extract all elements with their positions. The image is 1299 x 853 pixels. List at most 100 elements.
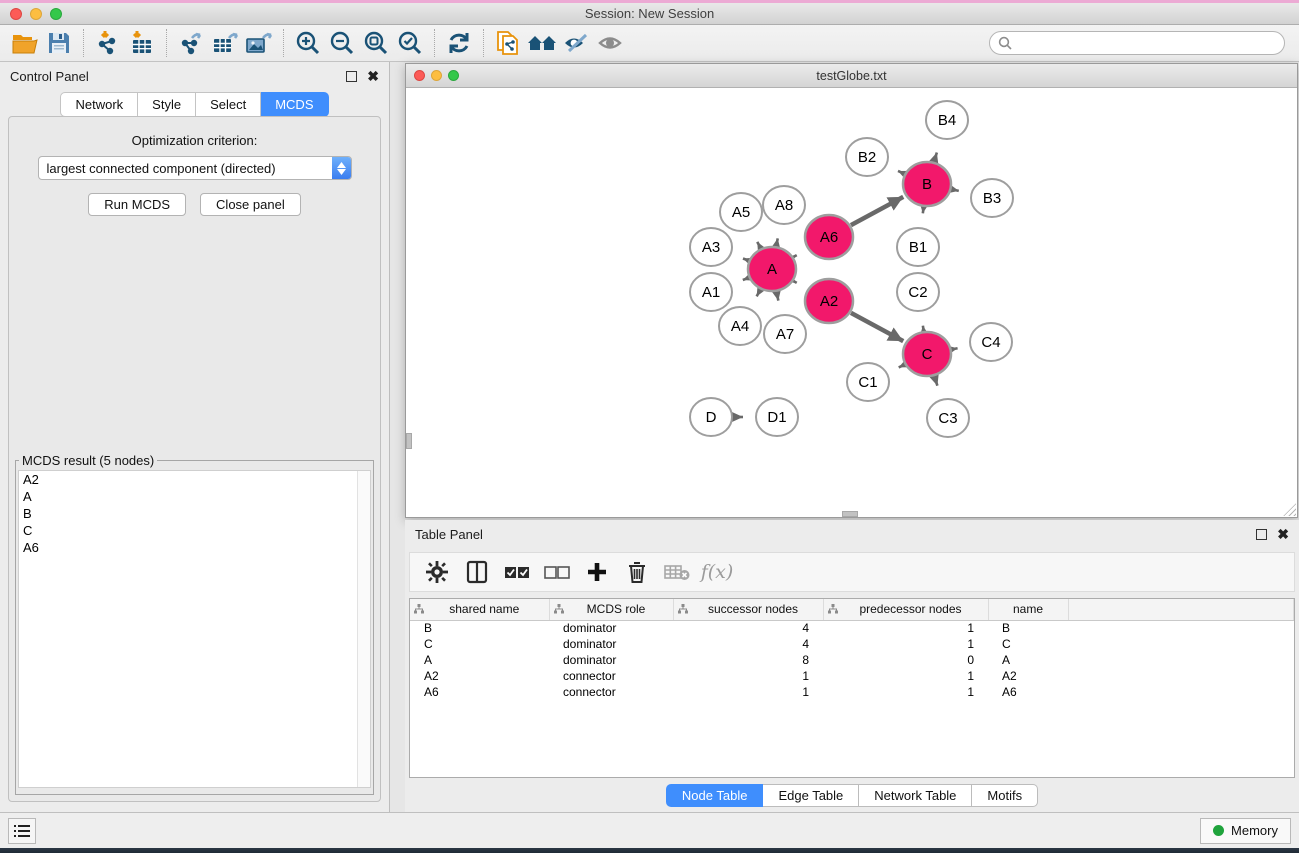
edge-C-C1[interactable] <box>899 365 905 368</box>
open-session-icon[interactable] <box>8 28 42 58</box>
edge-A-A5[interactable] <box>757 242 760 247</box>
show-column-icon[interactable] <box>462 557 492 587</box>
close-panel-icon[interactable]: ✖ <box>367 71 379 82</box>
settings-gear-icon[interactable] <box>422 557 452 587</box>
memory-button[interactable]: Memory <box>1200 818 1291 844</box>
graph-node-C3[interactable]: C3 <box>927 399 969 437</box>
edge-A-A2[interactable] <box>794 281 797 283</box>
tab-select[interactable]: Select <box>196 92 261 117</box>
delete-column-icon[interactable] <box>622 557 652 587</box>
mcds-list-scrollbar[interactable] <box>357 471 370 787</box>
column-header-shared-name[interactable]: shared name <box>410 599 549 620</box>
graph-node-B2[interactable]: B2 <box>846 138 888 176</box>
zoom-in-icon[interactable] <box>291 28 325 58</box>
graph-node-A[interactable]: A <box>748 247 796 291</box>
zoom-fit-icon[interactable] <box>359 28 393 58</box>
show-graphics-details-icon[interactable] <box>593 28 627 58</box>
graph-node-B1[interactable]: B1 <box>897 228 939 266</box>
mcds-result-item[interactable]: C <box>19 522 370 539</box>
edge-A-A8[interactable] <box>777 238 778 244</box>
table-row[interactable]: A2connector11A2 <box>410 668 1294 684</box>
graph-node-A8[interactable]: A8 <box>763 186 805 224</box>
add-column-icon[interactable] <box>582 557 612 587</box>
tab-style[interactable]: Style <box>138 92 196 117</box>
graph-node-C[interactable]: C <box>903 332 951 376</box>
float-table-panel-icon[interactable] <box>1256 529 1267 540</box>
clone-network-icon[interactable] <box>491 28 525 58</box>
export-table-icon[interactable] <box>208 28 242 58</box>
column-header-name[interactable]: name <box>988 599 1068 620</box>
graph-node-B4[interactable]: B4 <box>926 101 968 139</box>
edge-A2-C[interactable] <box>851 313 903 341</box>
import-table-icon[interactable] <box>125 28 159 58</box>
canvas-vertical-scrollbar[interactable] <box>406 433 412 449</box>
edge-C-C2[interactable] <box>923 326 924 330</box>
float-panel-icon[interactable] <box>346 71 357 82</box>
edge-A-A7[interactable] <box>777 294 778 301</box>
graph-node-C1[interactable]: C1 <box>847 363 889 401</box>
table-row[interactable]: Adominator80A <box>410 652 1294 668</box>
column-header-predecessor-nodes[interactable]: predecessor nodes <box>823 599 988 620</box>
mcds-result-item[interactable]: B <box>19 505 370 522</box>
graph-node-D1[interactable]: D1 <box>756 398 798 436</box>
select-all-icon[interactable] <box>502 557 532 587</box>
tab-network-table[interactable]: Network Table <box>859 784 972 807</box>
task-history-button[interactable] <box>8 818 36 844</box>
zoom-selected-icon[interactable] <box>393 28 427 58</box>
apply-layout-icon[interactable] <box>442 28 476 58</box>
tab-motifs[interactable]: Motifs <box>972 784 1038 807</box>
table-row[interactable]: Bdominator41B <box>410 620 1294 636</box>
graph-node-C4[interactable]: C4 <box>970 323 1012 361</box>
edge-B-B4[interactable] <box>934 152 936 160</box>
edge-A-A3[interactable] <box>743 259 748 261</box>
hide-graphics-details-icon[interactable] <box>559 28 593 58</box>
edge-A6-B[interactable] <box>851 197 903 225</box>
delete-table-icon[interactable] <box>662 557 692 587</box>
tab-network[interactable]: Network <box>60 92 138 117</box>
mcds-result-list[interactable]: A2ABCA6 <box>18 470 371 788</box>
table-row[interactable]: A6connector11A6 <box>410 684 1294 700</box>
tab-edge-table[interactable]: Edge Table <box>763 784 859 807</box>
window-resize-grip[interactable] <box>1283 503 1296 516</box>
close-table-panel-icon[interactable]: ✖ <box>1277 529 1289 540</box>
edge-A-A1[interactable] <box>743 278 749 280</box>
mcds-result-item[interactable]: A2 <box>19 471 370 488</box>
graph-node-B[interactable]: B <box>903 162 951 206</box>
edge-A-A6[interactable] <box>794 255 797 257</box>
import-network-icon[interactable] <box>91 28 125 58</box>
edge-C-C3[interactable] <box>935 378 938 386</box>
close-panel-button[interactable]: Close panel <box>200 193 301 216</box>
search-field[interactable] <box>989 31 1285 55</box>
edge-B-B1[interactable] <box>923 209 924 214</box>
graph-node-A7[interactable]: A7 <box>764 315 806 353</box>
graph-node-B3[interactable]: B3 <box>971 179 1013 217</box>
save-session-icon[interactable] <box>42 28 76 58</box>
deselect-all-icon[interactable] <box>542 557 572 587</box>
export-network-icon[interactable] <box>174 28 208 58</box>
show-all-networks-icon[interactable] <box>525 28 559 58</box>
search-input[interactable] <box>1017 36 1276 50</box>
graph-node-A2[interactable]: A2 <box>805 279 853 323</box>
canvas-horizontal-scrollbar[interactable] <box>842 511 858 517</box>
graph-node-C2[interactable]: C2 <box>897 273 939 311</box>
graph-node-D[interactable]: D <box>690 398 732 436</box>
graph-node-A5[interactable]: A5 <box>720 193 762 231</box>
edge-A-A4[interactable] <box>757 291 760 297</box>
zoom-out-icon[interactable] <box>325 28 359 58</box>
graph-node-A3[interactable]: A3 <box>690 228 732 266</box>
mcds-result-item[interactable]: A6 <box>19 539 370 556</box>
function-builder-icon[interactable]: f(x) <box>702 557 732 587</box>
column-header-MCDS-role[interactable]: MCDS role <box>549 599 673 620</box>
run-mcds-button[interactable]: Run MCDS <box>88 193 186 216</box>
criterion-select[interactable]: largest connected component (directed) <box>38 156 352 180</box>
table-row[interactable]: Cdominator41C <box>410 636 1294 652</box>
graph-node-A4[interactable]: A4 <box>719 307 761 345</box>
tab-node-table[interactable]: Node Table <box>666 784 764 807</box>
edge-B-B2[interactable] <box>898 171 904 174</box>
graph-node-A6[interactable]: A6 <box>805 215 853 259</box>
column-header-successor-nodes[interactable]: successor nodes <box>673 599 823 620</box>
tab-mcds[interactable]: MCDS <box>261 92 328 117</box>
edge-C-C4[interactable] <box>952 348 958 349</box>
edge-B-B3[interactable] <box>951 189 958 191</box>
graph-node-A1[interactable]: A1 <box>690 273 732 311</box>
